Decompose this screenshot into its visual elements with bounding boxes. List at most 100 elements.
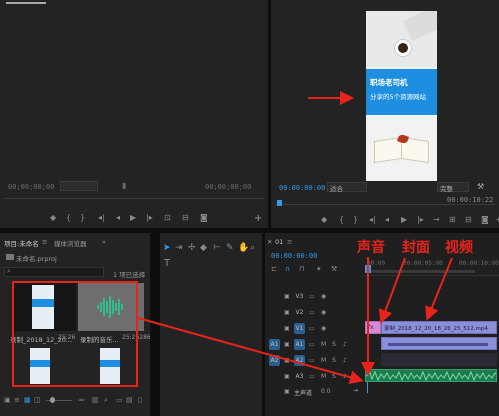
zoom-slider-handle[interactable] — [50, 397, 55, 403]
prog-play-icon[interactable]: ▶ — [401, 216, 407, 224]
track-name-v3[interactable]: V3 — [294, 291, 305, 302]
overwrite-icon[interactable]: ⊟ — [182, 214, 189, 222]
prog-step-back-icon[interactable]: ◂| — [369, 216, 376, 224]
mark-in-icon[interactable]: ◆ — [50, 214, 56, 222]
project-menu-icon[interactable]: ≡ — [42, 238, 47, 246]
new-bin-icon[interactable]: ▭ — [116, 396, 123, 404]
cover-clip[interactable]: fx — [365, 321, 381, 334]
program-fit-select[interactable]: 适合 — [327, 182, 367, 193]
prog-rewind-icon[interactable]: ◂ — [385, 216, 389, 224]
lock-track-icon[interactable]: ▣ — [284, 357, 290, 364]
tab-sequence[interactable]: 01 — [275, 238, 283, 246]
sync-lock-icon[interactable]: ▭ — [309, 357, 315, 364]
ripple-edit-tool-icon[interactable]: ✢ — [188, 244, 196, 253]
mute-icon[interactable]: M — [321, 341, 326, 348]
timeline-menu-icon[interactable]: ≡ — [287, 238, 292, 246]
solo-icon[interactable]: S — [332, 373, 336, 380]
master-lock-icon[interactable]: ▣ — [284, 388, 290, 395]
source-patch-a1[interactable]: A1 — [269, 339, 280, 350]
snap-icon[interactable]: ∩ — [285, 265, 290, 273]
lock-icon[interactable]: ▣ — [4, 396, 11, 404]
prog-lift-icon[interactable]: → — [433, 216, 440, 224]
slip-tool-icon[interactable]: ⊢ — [213, 244, 221, 253]
track-name-a1[interactable]: A1 — [294, 339, 305, 350]
zoom-tool-icon[interactable]: ⌕ — [250, 244, 255, 253]
camera-icon[interactable]: ◙ — [200, 214, 208, 222]
find-icon[interactable]: ⌕ — [104, 396, 108, 404]
prog-mark-in-icon[interactable]: ◆ — [321, 216, 327, 224]
mute-icon[interactable]: M — [321, 373, 326, 380]
track-name-a3[interactable]: A3 — [294, 371, 305, 382]
pen-tool-icon[interactable]: ✎ — [226, 244, 234, 253]
play-icon[interactable]: ◂ — [116, 214, 120, 222]
track-name-v1[interactable]: V1 — [294, 323, 305, 334]
sync-lock-icon[interactable]: ▭ — [309, 293, 315, 300]
step-back-icon[interactable]: ◂| — [98, 214, 105, 222]
tab-project[interactable]: 项目:未命名 — [4, 238, 39, 248]
freeform-view-icon[interactable]: ◫ — [34, 396, 41, 404]
sync-lock-icon[interactable]: ▭ — [309, 325, 315, 332]
eye-icon[interactable]: ◉ — [321, 325, 326, 332]
mic-icon[interactable]: ♪ — [343, 357, 347, 364]
timeline-ruler[interactable]: 00:00 00:00:05:00 00:00:10:00 — [363, 258, 499, 276]
sort-icon[interactable]: ≔ — [78, 396, 85, 404]
prog-extract-icon[interactable]: ⊞ — [449, 216, 456, 224]
sync-lock-icon[interactable]: ▭ — [309, 309, 315, 316]
a1-clip[interactable] — [381, 337, 497, 350]
program-quality-select[interactable]: 完整 — [437, 182, 469, 193]
lock-track-icon[interactable]: ▣ — [284, 309, 290, 316]
sync-lock-icon[interactable]: ▭ — [309, 373, 315, 380]
program-playhead[interactable] — [277, 200, 282, 206]
prog-camera-icon[interactable]: ◙ — [481, 216, 489, 224]
automate-icon[interactable]: ▥ — [92, 396, 99, 404]
lock-track-icon[interactable]: ▣ — [284, 293, 290, 300]
track-name-a2[interactable]: A2 — [294, 355, 305, 366]
source-add-button[interactable]: + — [254, 213, 262, 224]
source-patch-a2[interactable]: A2 — [269, 355, 280, 366]
mic-icon[interactable]: ♪ — [343, 341, 347, 348]
mute-icon[interactable]: M — [321, 357, 326, 364]
go-in-icon[interactable]: } — [80, 214, 85, 222]
prog-add-icon[interactable]: + — [495, 216, 499, 224]
prog-go-in-icon[interactable]: } — [353, 216, 358, 224]
master-value[interactable]: 0.0 — [321, 388, 331, 395]
wrench-icon[interactable]: ⚒ — [477, 182, 484, 191]
play-forward-icon[interactable]: ▶ — [130, 214, 136, 222]
audio-clip[interactable] — [365, 369, 497, 382]
video-clip[interactable]: 录制_2018_12_20_18_26_25_512.mp4 — [381, 321, 497, 334]
tab-more[interactable]: » — [102, 238, 106, 246]
mic-icon[interactable]: ♪ — [343, 373, 347, 380]
work-area-bar[interactable] — [365, 270, 475, 273]
step-forward-icon[interactable]: |▸ — [146, 214, 153, 222]
list-view-icon[interactable]: ≡ — [14, 396, 20, 404]
lock-track-icon[interactable]: ▣ — [284, 325, 290, 332]
timeline-close-icon[interactable]: ✕ — [267, 238, 272, 246]
lock-track-icon[interactable]: ▣ — [284, 341, 290, 348]
lock-track-icon[interactable]: ▣ — [284, 373, 290, 380]
icon-view-icon[interactable]: ▦ — [24, 396, 31, 404]
source-zoom-select[interactable] — [60, 181, 98, 191]
track-select-tool-icon[interactable]: ⇥ — [175, 244, 183, 253]
solo-icon[interactable]: S — [332, 341, 336, 348]
selection-tool-icon[interactable]: ➤ — [163, 244, 171, 253]
mark-out-icon[interactable]: { — [66, 214, 71, 222]
eye-icon[interactable]: ◉ — [321, 293, 326, 300]
track-name-v2[interactable]: V2 — [294, 307, 305, 318]
program-scrubber[interactable] — [275, 204, 495, 205]
timeline-settings-icon[interactable]: ⚒ — [331, 265, 337, 273]
razor-tool-icon[interactable]: ◆ — [200, 244, 207, 253]
type-tool-icon[interactable]: T — [164, 259, 170, 269]
prog-mark-out-icon[interactable]: { — [339, 216, 344, 224]
nest-toggle-icon[interactable]: ⊏ — [271, 265, 277, 273]
clear-icon[interactable]: ▯ — [138, 396, 142, 404]
tab-media-browser[interactable]: 媒体浏览器 — [54, 238, 87, 248]
eye-icon[interactable]: ◉ — [321, 309, 326, 316]
hand-tool-icon[interactable]: ✋ — [238, 244, 249, 253]
new-item-icon[interactable]: ▤ — [126, 396, 133, 404]
prog-export-frame-icon[interactable]: ⊟ — [465, 216, 472, 224]
solo-icon[interactable]: S — [332, 357, 336, 364]
source-settings-icon[interactable]: ▮ — [122, 181, 126, 190]
go-to-end-icon[interactable]: ⇥ — [353, 387, 358, 394]
project-search-input[interactable]: ⌕ — [4, 267, 104, 277]
linked-selection-icon[interactable]: ⊓ — [299, 265, 304, 273]
